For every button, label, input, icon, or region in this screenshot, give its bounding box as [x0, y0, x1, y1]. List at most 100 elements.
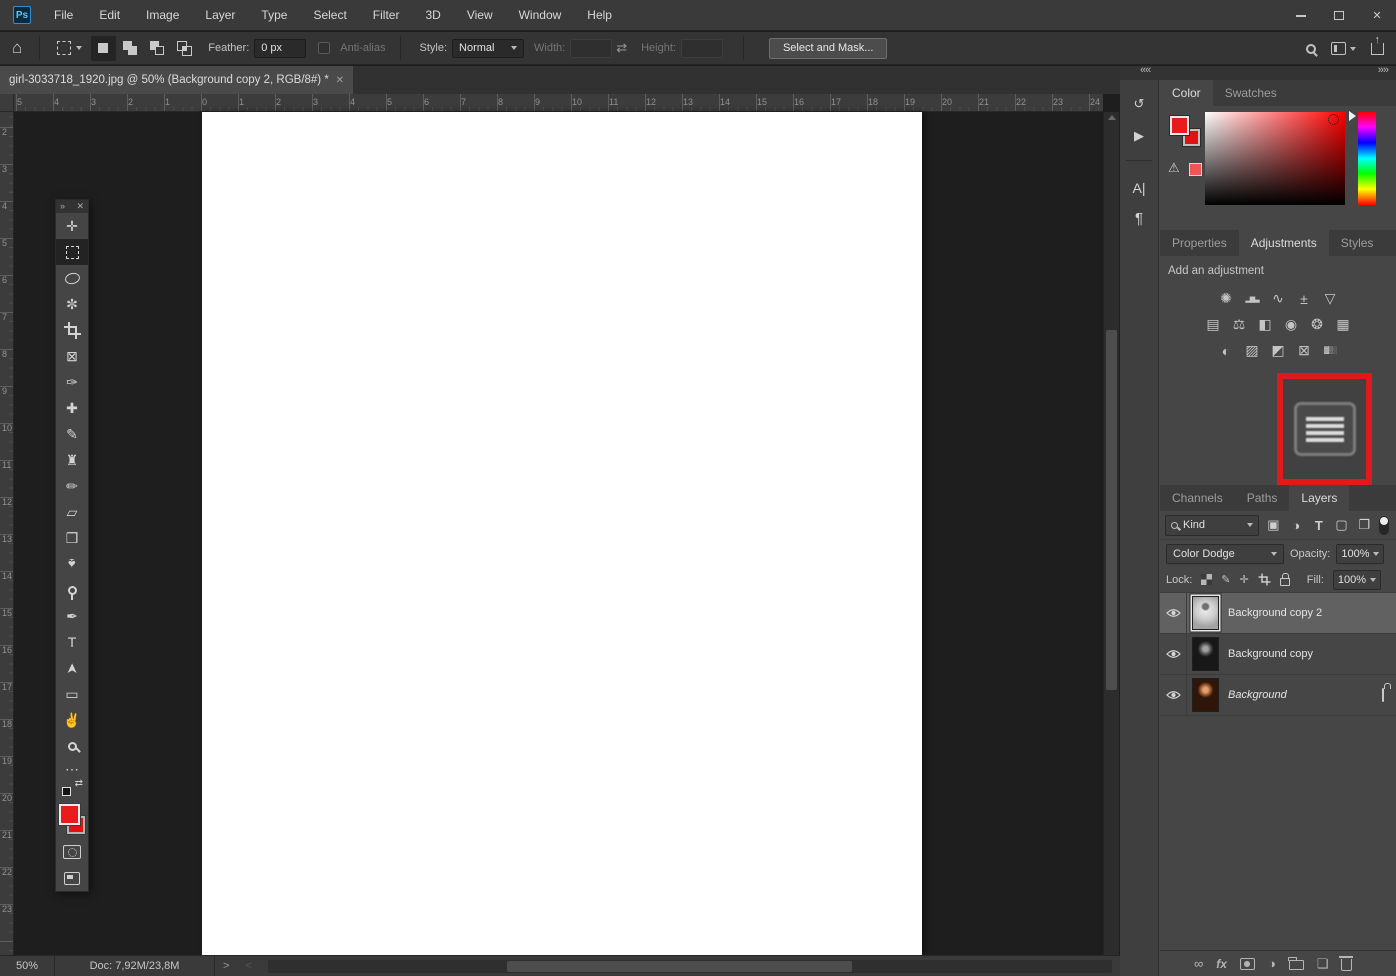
menu-layer[interactable]: Layer — [192, 0, 248, 31]
edit-toolbar[interactable]: ⋯ — [56, 759, 88, 779]
search-icon[interactable] — [1306, 43, 1316, 54]
hue-slider[interactable] — [1358, 112, 1376, 205]
paragraph-panel-icon[interactable]: ¶ — [1120, 206, 1158, 230]
frame-tool[interactable]: ⊠ — [56, 343, 88, 369]
color-lookup-icon[interactable]: ▦ — [1335, 316, 1352, 333]
invert-icon[interactable]: ◐ — [1218, 342, 1235, 359]
horizontal-ruler[interactable]: 5 4 3 2 1 0 1 2 3 4 5 6 7 8 9 10 11 12 13 14 15 16 17 18 19 20 21 2… — [14, 94, 1103, 112]
path-selection-tool[interactable]: ➤ — [56, 655, 88, 681]
collapse-panels-icon[interactable]: «« — [1140, 64, 1151, 76]
lasso-tool[interactable] — [56, 265, 88, 291]
maximize-button[interactable] — [1320, 0, 1358, 31]
horizontal-scrollbar-thumb[interactable] — [506, 960, 852, 972]
layer-visibility-toggle[interactable] — [1160, 634, 1187, 674]
fill-select[interactable]: 100% — [1332, 569, 1381, 590]
lock-transparency-icon[interactable] — [1201, 574, 1213, 585]
filter-smart-objects-icon[interactable]: ❐ — [1356, 517, 1372, 533]
menu-window[interactable]: Window — [506, 0, 575, 31]
ruler-origin-box[interactable] — [0, 94, 14, 112]
lock-artboard-icon[interactable] — [1258, 573, 1271, 586]
select-and-mask-button[interactable]: Select and Mask... — [768, 37, 888, 59]
magic-wand-tool[interactable]: ✼ — [56, 291, 88, 317]
document-canvas[interactable] — [202, 112, 922, 955]
subtract-from-selection-button[interactable] — [145, 36, 170, 61]
saturation-brightness-field[interactable] — [1205, 112, 1345, 205]
vibrance-icon[interactable]: ▽ — [1322, 290, 1339, 307]
filter-kind-select[interactable]: Kind — [1165, 514, 1259, 536]
spot-healing-brush-tool[interactable]: ✚ — [56, 395, 88, 421]
new-layer-icon[interactable]: ❏ — [1317, 956, 1329, 972]
scroll-left-icon[interactable]: < — [237, 960, 259, 972]
menu-image[interactable]: Image — [133, 0, 192, 31]
share-icon[interactable] — [1371, 34, 1384, 55]
channel-mixer-icon[interactable]: ❂ — [1309, 316, 1326, 333]
feather-input[interactable]: 0 px — [254, 38, 307, 58]
vertical-scrollbar[interactable] — [1103, 112, 1119, 955]
paint-bucket-tool[interactable]: ❒ — [56, 525, 88, 551]
levels-icon[interactable]: ▂▆▃ — [1244, 290, 1261, 307]
menu-select[interactable]: Select — [300, 0, 359, 31]
tab-close-icon[interactable]: ✕ — [336, 75, 344, 86]
curves-icon[interactable]: ∿ — [1270, 290, 1287, 307]
toolbar-collapse-icon[interactable]: » — [60, 200, 65, 213]
menu-type[interactable]: Type — [248, 0, 300, 31]
crop-tool[interactable] — [56, 317, 88, 343]
rectangle-tool[interactable]: ▭ — [56, 681, 88, 707]
lock-position-icon[interactable]: ✛ — [1240, 573, 1249, 586]
layer-name[interactable]: Background copy — [1228, 648, 1313, 660]
scroll-up-icon[interactable] — [1108, 115, 1116, 120]
width-input[interactable] — [570, 38, 613, 58]
actions-panel-icon[interactable]: ▶ — [1120, 124, 1158, 148]
filter-adjustment-layers-icon[interactable]: ◑ — [1288, 518, 1304, 533]
layer-visibility-toggle[interactable] — [1160, 593, 1187, 633]
character-panel-icon[interactable]: A| — [1120, 176, 1158, 200]
workspace-switcher[interactable] — [1331, 42, 1356, 55]
selective-color-icon[interactable]: ⊠ — [1296, 342, 1313, 359]
intersect-selection-button[interactable] — [172, 36, 197, 61]
foreground-background-swatches[interactable] — [56, 799, 88, 839]
rectangular-marquee-tool[interactable] — [56, 239, 88, 265]
photo-filter-icon[interactable]: ◉ — [1283, 316, 1300, 333]
add-to-selection-button[interactable] — [118, 36, 143, 61]
menu-file[interactable]: File — [41, 0, 86, 31]
eyedropper-tool[interactable]: ✑ — [56, 369, 88, 395]
layer-name[interactable]: Background — [1228, 689, 1287, 701]
hand-tool[interactable]: ✌ — [56, 707, 88, 733]
filter-type-layers-icon[interactable]: T — [1311, 518, 1327, 533]
default-colors[interactable] — [56, 778, 88, 799]
menu-filter[interactable]: Filter — [360, 0, 413, 31]
tab-styles[interactable]: Styles — [1329, 230, 1386, 256]
layer-visibility-toggle[interactable] — [1160, 675, 1187, 715]
horizontal-scrollbar[interactable] — [267, 959, 1112, 973]
anti-alias-checkbox[interactable] — [318, 42, 331, 54]
filter-pixel-layers-icon[interactable]: ▣ — [1266, 517, 1282, 533]
layer-row[interactable]: Background copy 2 — [1160, 593, 1396, 634]
vertical-scrollbar-thumb[interactable] — [1106, 330, 1117, 690]
height-input[interactable] — [680, 38, 723, 58]
vertical-ruler[interactable]: 2 3 4 5 6 7 8 9 10 11 12 13 14 15 16 17 18 19 20 21 22 23 — [0, 112, 14, 955]
gamut-color-chip[interactable] — [1189, 163, 1202, 176]
menu-3d[interactable]: 3D — [412, 0, 453, 31]
lock-all-icon[interactable] — [1279, 573, 1290, 586]
blend-mode-select[interactable]: Color Dodge — [1166, 543, 1284, 564]
new-group-icon[interactable] — [1288, 956, 1304, 970]
new-selection-button[interactable] — [91, 35, 117, 61]
tab-color[interactable]: Color — [1160, 80, 1213, 106]
history-brush-tool[interactable]: ✏ — [56, 473, 88, 499]
filter-shape-layers-icon[interactable]: ▢ — [1334, 517, 1350, 533]
layer-style-icon[interactable]: fx — [1216, 957, 1227, 971]
lock-pixels-icon[interactable]: ✎ — [1221, 573, 1230, 586]
document-info[interactable]: Doc: 7,92M/23,8M — [55, 956, 215, 976]
minimize-button[interactable] — [1282, 0, 1320, 31]
move-tool[interactable]: ✛ — [56, 213, 88, 239]
foreground-color-swatch[interactable] — [1170, 116, 1189, 135]
brightness-contrast-icon[interactable]: ✺ — [1218, 290, 1235, 307]
menu-help[interactable]: Help — [574, 0, 625, 31]
status-next-icon[interactable]: > — [215, 960, 237, 972]
clone-stamp-tool[interactable]: ♜ — [56, 447, 88, 473]
zoom-level[interactable]: 50% — [0, 956, 55, 976]
color-picker-ring[interactable] — [1328, 114, 1339, 125]
swap-dimensions-icon[interactable]: ⇄ — [616, 40, 627, 56]
screen-mode[interactable] — [56, 865, 88, 891]
tab-channels[interactable]: Channels — [1160, 485, 1235, 511]
